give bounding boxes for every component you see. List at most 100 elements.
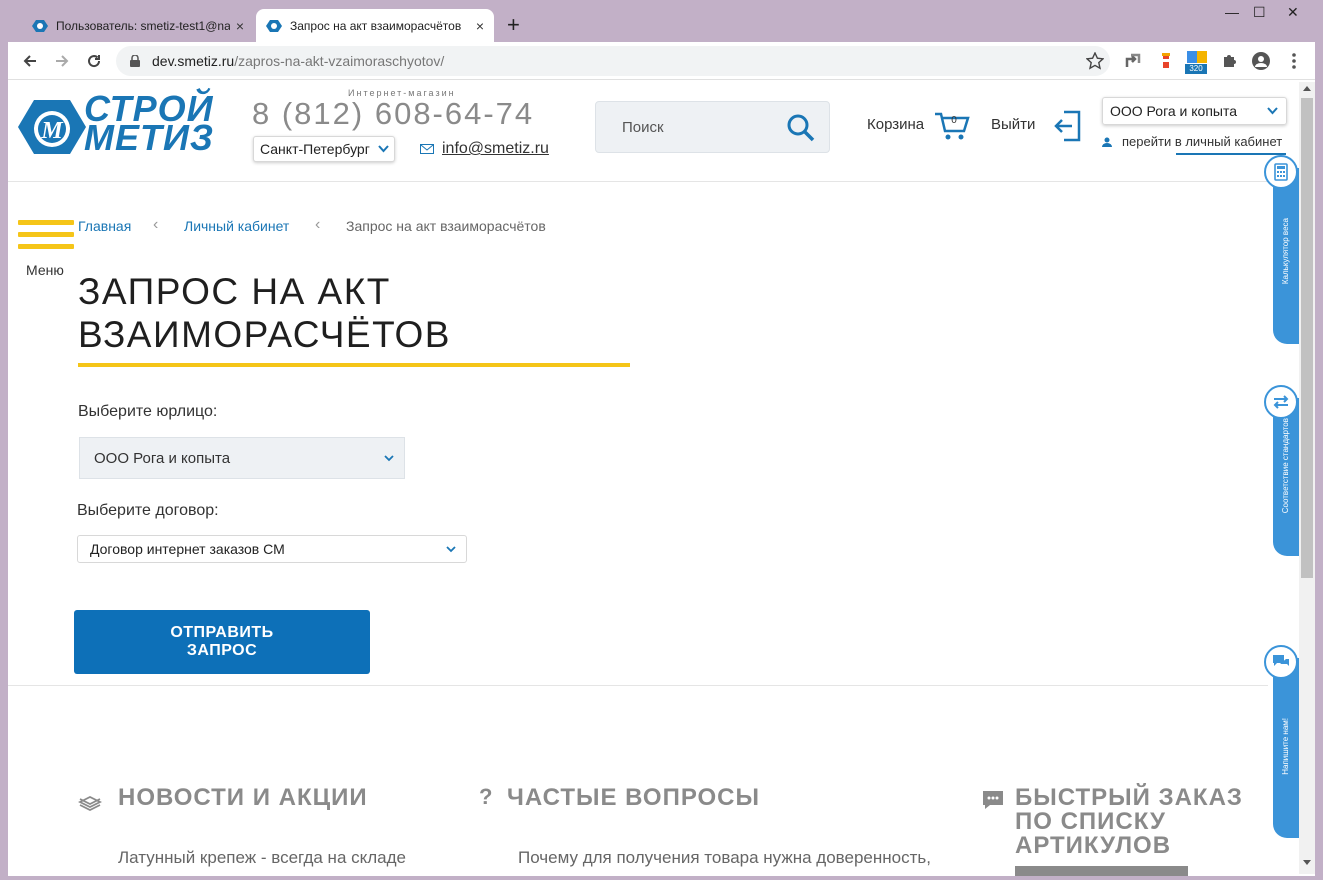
page-title: ЗАПРОС НА АКТ ВЗАИМОРАСЧЁТОВ bbox=[78, 270, 638, 356]
scroll-up-icon[interactable] bbox=[1303, 85, 1311, 91]
swap-arrows-icon[interactable] bbox=[1264, 385, 1298, 419]
minimize-button[interactable]: — bbox=[1225, 4, 1239, 20]
page-content: М СТРОЙ МЕТИЗ Интернет-магазин 8 (812) 6… bbox=[8, 80, 1315, 876]
cabinet-link-underline bbox=[1176, 153, 1286, 155]
bookmark-star-icon[interactable] bbox=[1086, 52, 1104, 70]
logo-text[interactable]: СТРОЙ МЕТИЗ bbox=[84, 91, 215, 158]
org-select[interactable]: ООО Рога и копыта bbox=[1102, 97, 1287, 125]
tab-act-request[interactable]: Запрос на акт взаиморасчётов × bbox=[256, 9, 494, 42]
quick-order-line1: БЫСТРЫЙ ЗАКАЗ bbox=[1015, 784, 1243, 811]
reload-icon[interactable] bbox=[86, 53, 102, 69]
tab-user[interactable]: Пользователь: smetiz-test1@na × bbox=[22, 9, 254, 42]
quick-order-line2: ПО СПИСКУ bbox=[1015, 808, 1166, 835]
news-title[interactable]: НОВОСТИ И АКЦИИ bbox=[118, 786, 368, 810]
back-arrow-icon[interactable] bbox=[22, 53, 38, 69]
contract-value: Договор интернет заказов СМ bbox=[90, 541, 285, 557]
new-tab-button[interactable]: + bbox=[507, 12, 520, 38]
site-favicon-icon bbox=[266, 19, 282, 32]
write-us-tab[interactable]: Напишите нам! bbox=[1273, 658, 1299, 838]
news-stack-icon bbox=[78, 795, 102, 812]
extension-arrows-icon[interactable] bbox=[1123, 51, 1143, 71]
extension-colorzilla-icon[interactable]: 320 bbox=[1185, 51, 1209, 75]
site-favicon-icon bbox=[32, 19, 48, 32]
email-link[interactable]: info@smetiz.ru bbox=[420, 140, 549, 158]
chevron-down-icon bbox=[446, 546, 456, 553]
org-value: ООО Рога и копыта bbox=[1110, 103, 1238, 119]
submit-line2: ЗАПРОС bbox=[186, 642, 258, 659]
contract-label: Выберите договор: bbox=[77, 502, 219, 519]
write-us-label: Напишите нам! bbox=[1281, 718, 1290, 775]
news-item[interactable]: Латунный крепеж - всегда на складе bbox=[118, 848, 406, 868]
cabinet-link-text: перейти в личный кабинет bbox=[1122, 134, 1283, 149]
hamburger-menu-icon[interactable] bbox=[18, 220, 74, 256]
page-title-line1: ЗАПРОС НА АКТ bbox=[78, 271, 391, 312]
logo-line2: МЕТИЗ bbox=[84, 117, 215, 158]
profile-avatar-icon[interactable] bbox=[1251, 51, 1271, 71]
weight-calculator-label: Калькулятор веса bbox=[1281, 218, 1290, 285]
phone-number[interactable]: 8 (812) 608-64-74 bbox=[252, 96, 534, 132]
content-divider bbox=[8, 685, 1268, 686]
extension-lighthouse-icon[interactable] bbox=[1156, 51, 1176, 71]
standards-match-label: Соответствие стандартов bbox=[1281, 418, 1290, 514]
exit-label[interactable]: Выйти bbox=[991, 116, 1035, 133]
url-host: dev.smetiz.ru bbox=[152, 53, 235, 69]
lock-icon bbox=[130, 55, 140, 67]
breadcrumb-chevron-icon: ‹ bbox=[315, 216, 321, 233]
city-value: Санкт-Петербург bbox=[260, 141, 370, 157]
email-text: info@smetiz.ru bbox=[442, 140, 549, 157]
breadcrumb-current: Запрос на акт взаиморасчётов bbox=[346, 218, 546, 234]
breadcrumb-chevron-icon: ‹ bbox=[153, 216, 159, 233]
logo-hexagon-icon[interactable]: М bbox=[18, 98, 86, 156]
standards-match-tab[interactable]: Соответствие стандартов bbox=[1273, 398, 1299, 556]
chat-bubble-icon bbox=[983, 791, 1003, 809]
faq-title[interactable]: ЧАСТЫЕ ВОПРОСЫ bbox=[507, 786, 760, 810]
chevron-down-icon bbox=[1267, 107, 1278, 115]
scroll-down-icon[interactable] bbox=[1303, 860, 1311, 866]
address-bar[interactable]: dev.smetiz.ru/zapros-na-akt-vzaimoraschy… bbox=[116, 46, 1110, 76]
breadcrumb-home[interactable]: Главная bbox=[78, 218, 131, 234]
search-box[interactable]: Поиск bbox=[595, 101, 830, 153]
faq-item[interactable]: Почему для получения товара нужна довере… bbox=[518, 848, 931, 868]
maximize-button[interactable]: ☐ bbox=[1253, 4, 1266, 21]
weight-calculator-tab[interactable]: Калькулятор веса bbox=[1273, 168, 1299, 344]
url-path: /zapros-na-akt-vzaimoraschyotov/ bbox=[234, 53, 445, 69]
logo-mark-letter: М bbox=[40, 118, 64, 144]
entity-select[interactable]: ООО Рога и копыта bbox=[79, 437, 405, 479]
tab-close-icon[interactable]: × bbox=[476, 18, 484, 34]
cart-label[interactable]: Корзина bbox=[867, 116, 924, 133]
search-icon[interactable] bbox=[787, 114, 815, 142]
quick-order-line3: АРТИКУЛОВ bbox=[1015, 832, 1172, 859]
cabinet-link[interactable]: перейти в личный кабинет bbox=[1102, 134, 1282, 149]
entity-label: Выберите юрлицо: bbox=[78, 403, 218, 420]
scrollbar-thumb[interactable] bbox=[1301, 98, 1313, 578]
chevron-down-icon bbox=[384, 455, 394, 462]
tab-title: Пользователь: smetiz-test1@na bbox=[56, 18, 230, 33]
forward-arrow-icon[interactable] bbox=[54, 53, 70, 69]
quick-order-title[interactable]: БЫСТРЫЙ ЗАКАЗ ПО СПИСКУ АРТИКУЛОВ bbox=[1015, 786, 1255, 858]
user-icon bbox=[1102, 137, 1112, 147]
cart-icon[interactable]: 0 bbox=[934, 110, 970, 142]
page-title-line2: ВЗАИМОРАСЧЁТОВ bbox=[78, 314, 451, 355]
search-input[interactable]: Поиск bbox=[622, 119, 664, 136]
tab-title: Запрос на акт взаиморасчётов bbox=[290, 18, 462, 33]
question-icon: ? bbox=[479, 784, 493, 809]
entity-value: ООО Рога и копыта bbox=[94, 449, 231, 467]
contract-select[interactable]: Договор интернет заказов СМ bbox=[77, 535, 467, 563]
tab-close-icon[interactable]: × bbox=[236, 18, 244, 34]
calculator-icon[interactable] bbox=[1264, 155, 1298, 189]
close-window-button[interactable]: ✕ bbox=[1287, 4, 1299, 21]
header-divider bbox=[8, 181, 1268, 182]
cart-count: 0 bbox=[951, 115, 957, 126]
city-select[interactable]: Санкт-Петербург bbox=[253, 136, 395, 162]
exit-icon[interactable] bbox=[1054, 109, 1082, 143]
browser-toolbar: dev.smetiz.ru/zapros-na-akt-vzaimoraschy… bbox=[8, 42, 1315, 80]
chevron-down-icon bbox=[378, 145, 389, 153]
extension-badge: 320 bbox=[1185, 64, 1207, 74]
submit-request-button[interactable]: ОТПРАВИТЬ ЗАПРОС bbox=[74, 610, 370, 674]
quick-order-bar bbox=[1015, 866, 1188, 876]
puzzle-extensions-icon[interactable] bbox=[1220, 51, 1240, 71]
more-menu-icon[interactable] bbox=[1284, 51, 1304, 71]
breadcrumb-cabinet[interactable]: Личный кабинет bbox=[184, 218, 289, 234]
menu-label[interactable]: Меню bbox=[26, 262, 64, 278]
chat-icon[interactable] bbox=[1264, 645, 1298, 679]
